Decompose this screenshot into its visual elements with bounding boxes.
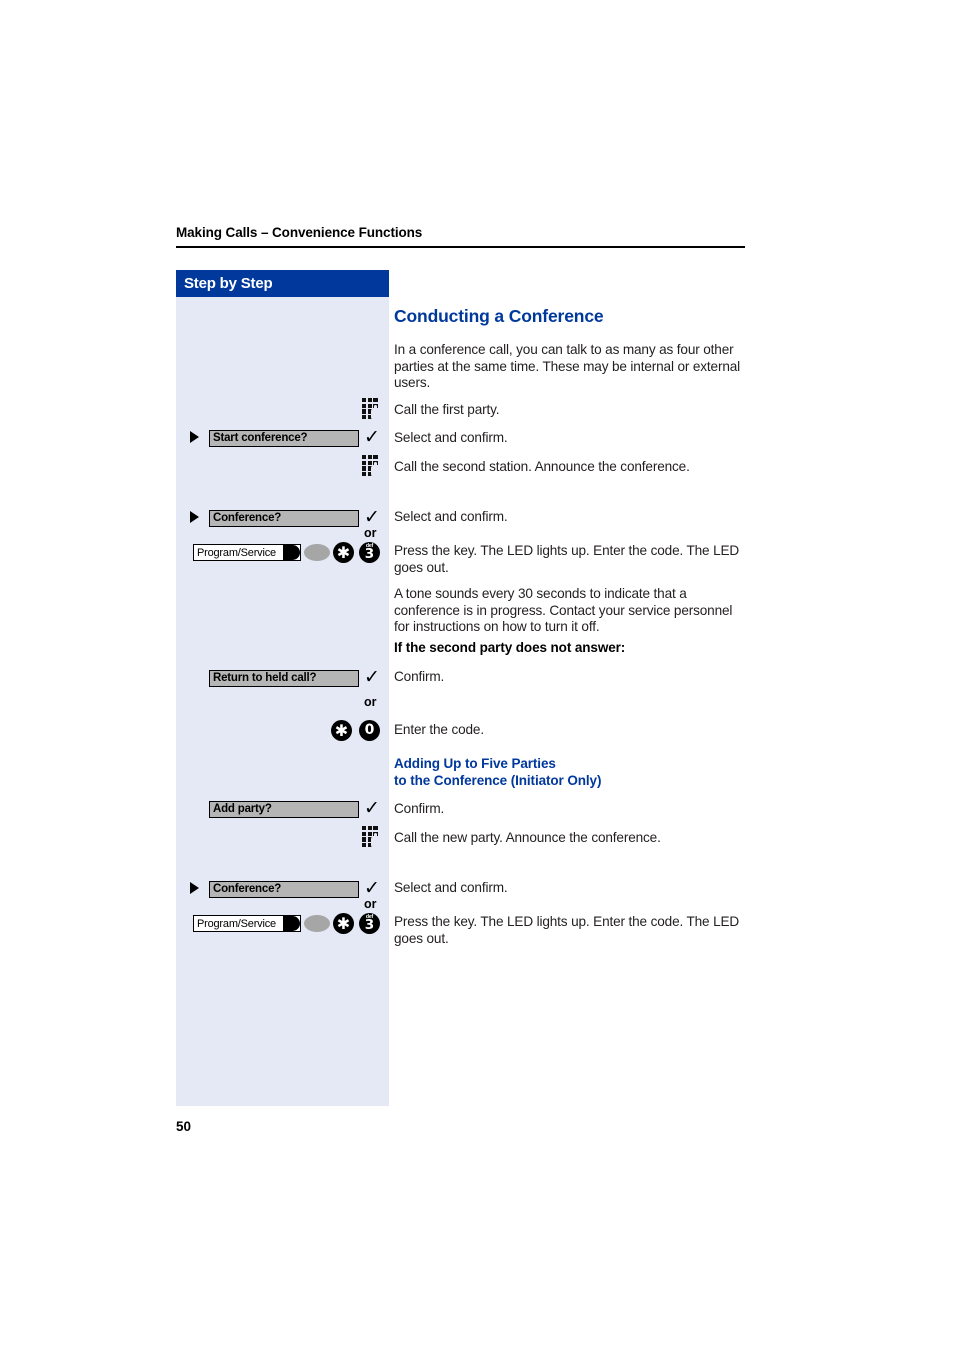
softkey-start-conference[interactable]: Start conference?	[209, 430, 359, 447]
digit-0-key[interactable]: 0	[359, 720, 380, 741]
step-text-confirm-1: Confirm.	[394, 669, 445, 684]
program-service-key[interactable]: Program/Service	[193, 915, 301, 932]
check-icon: ✓	[364, 797, 380, 819]
softkey-add-party-label: Add party?	[213, 803, 272, 815]
star-key-glyph: ✱	[336, 543, 351, 562]
softkey-conference-label: Conference?	[213, 512, 282, 524]
subheading-second-party-no-answer: If the second party does not answer:	[394, 640, 626, 655]
softkey-add-party[interactable]: Add party?	[209, 801, 359, 818]
softkey-start-conference-label: Start conference?	[213, 432, 308, 444]
or-separator: or	[364, 897, 377, 911]
digit-0-key-glyph: 0	[364, 722, 375, 738]
step-text-call-new-party: Call the new party. Announce the confere…	[394, 830, 661, 845]
hand-pointer-icon	[371, 462, 382, 478]
softkey-conference-label: Conference?	[213, 883, 282, 895]
header-rule	[176, 246, 745, 248]
hand-pointer-icon	[371, 405, 382, 421]
star-key-glyph: ✱	[336, 914, 351, 933]
page-number: 50	[176, 1119, 192, 1134]
star-key-glyph: ✱	[334, 721, 349, 740]
star-key[interactable]: ✱	[333, 913, 354, 934]
step-text-call-first-party: Call the first party.	[394, 402, 500, 417]
star-key[interactable]: ✱	[333, 542, 354, 563]
digit-3-key[interactable]: def 3	[359, 542, 380, 563]
step-text-call-second-station: Call the second station. Announce the co…	[394, 459, 690, 474]
step-text-press-key-1: Press the key. The LED lights up. Enter …	[394, 543, 740, 575]
grey-key-icon[interactable]	[304, 915, 330, 932]
intro-paragraph: In a conference call, you can talk to as…	[394, 342, 741, 390]
triangle-bullet-icon	[190, 431, 199, 443]
step-text-select-confirm-3: Select and confirm.	[394, 880, 508, 895]
keypad-dial-icon	[362, 455, 382, 478]
keypad-dial-icon	[362, 826, 382, 849]
triangle-bullet-icon	[190, 882, 199, 894]
page-title: Conducting a Conference	[394, 306, 604, 326]
program-service-key[interactable]: Program/Service	[193, 544, 301, 561]
softkey-return-to-held-call-label: Return to held call?	[213, 672, 317, 684]
check-icon: ✓	[364, 506, 380, 528]
step-text-press-key-2: Press the key. The LED lights up. Enter …	[394, 914, 740, 946]
step-text-select-confirm-1: Select and confirm.	[394, 430, 508, 445]
softkey-return-to-held-call[interactable]: Return to held call?	[209, 670, 359, 687]
keypad-dial-icon	[362, 398, 382, 421]
softkey-conference[interactable]: Conference?	[209, 510, 359, 527]
check-icon: ✓	[364, 426, 380, 448]
program-service-key-label: Program/Service	[197, 546, 276, 559]
section-title-adding-parties-line2: to the Conference (Initiator Only)	[394, 773, 602, 788]
step-text-enter-the-code: Enter the code.	[394, 722, 484, 737]
softkey-conference[interactable]: Conference?	[209, 881, 359, 898]
digit-3-key-glyph: 3	[364, 546, 375, 562]
sidebar-title: Step by Step	[184, 275, 273, 292]
step-text-select-confirm-2: Select and confirm.	[394, 509, 508, 524]
key-tab-icon	[283, 545, 300, 560]
or-separator: or	[364, 695, 377, 709]
section-title-adding-parties-line1: Adding Up to Five Parties	[394, 756, 556, 771]
program-service-key-label: Program/Service	[197, 917, 276, 930]
step-text-confirm-2: Confirm.	[394, 801, 445, 816]
digit-3-key[interactable]: def 3	[359, 913, 380, 934]
star-key[interactable]: ✱	[331, 720, 352, 741]
step-by-step-sidebar: Step by Step	[176, 270, 389, 1106]
key-tab-icon	[283, 916, 300, 931]
check-icon: ✓	[364, 666, 380, 688]
digit-3-key-glyph: 3	[364, 917, 375, 933]
conference-tone-note: A tone sounds every 30 seconds to indica…	[394, 586, 733, 634]
running-header: Making Calls – Convenience Functions	[176, 225, 423, 240]
grey-key-icon[interactable]	[304, 544, 330, 561]
hand-pointer-icon	[371, 833, 382, 849]
check-icon: ✓	[364, 877, 380, 899]
or-separator: or	[364, 526, 377, 540]
triangle-bullet-icon	[190, 511, 199, 523]
